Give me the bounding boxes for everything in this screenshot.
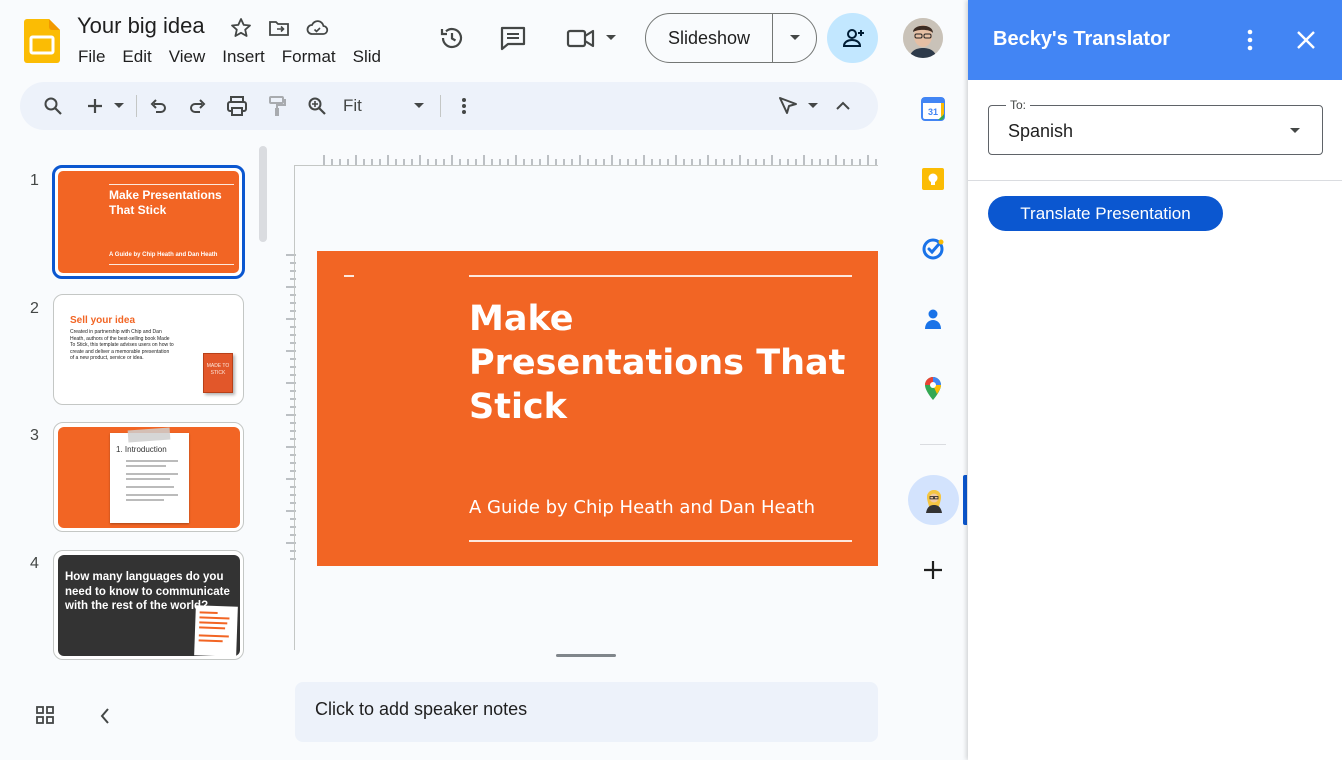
slide-thumbnail-2[interactable]: Sell your idea Created in partnership wi… bbox=[53, 294, 244, 405]
menu-slide[interactable]: Slid bbox=[353, 47, 381, 67]
slideshow-group: Slideshow bbox=[645, 13, 817, 63]
collapse-filmstrip-icon[interactable] bbox=[98, 707, 112, 725]
tasks-icon[interactable] bbox=[920, 236, 946, 262]
menu-format[interactable]: Format bbox=[282, 47, 336, 67]
menu-edit[interactable]: Edit bbox=[122, 47, 151, 67]
notes-resize-handle[interactable] bbox=[556, 654, 616, 657]
grid-view-icon[interactable] bbox=[35, 705, 55, 725]
tape-image bbox=[127, 427, 171, 443]
language-select-label: To: bbox=[1006, 98, 1031, 112]
slides-logo[interactable] bbox=[24, 19, 60, 63]
slide-number: 3 bbox=[30, 427, 39, 444]
thumb-heading: 1. Introduction bbox=[116, 445, 167, 454]
slideshow-dropdown-button[interactable] bbox=[773, 14, 816, 62]
undo-icon[interactable] bbox=[146, 94, 170, 118]
keep-icon[interactable] bbox=[920, 166, 946, 192]
toolbar-divider bbox=[136, 95, 137, 117]
bullet-list bbox=[118, 457, 178, 504]
language-select-value: Spanish bbox=[1008, 121, 1074, 141]
slide-number: 1 bbox=[30, 172, 39, 189]
toolbar-divider bbox=[440, 95, 441, 117]
print-icon[interactable] bbox=[225, 94, 249, 118]
svg-text:31: 31 bbox=[928, 107, 938, 117]
slideshow-button[interactable]: Slideshow bbox=[646, 14, 773, 62]
filmstrip-scrollbar[interactable] bbox=[259, 146, 267, 242]
calendar-icon[interactable]: 31 bbox=[920, 96, 946, 122]
main-slide[interactable]: Make Presentations That Stick A Guide by… bbox=[317, 251, 878, 566]
select-cursor-icon[interactable] bbox=[776, 94, 800, 118]
search-menus-icon[interactable] bbox=[41, 94, 65, 118]
version-history-icon[interactable] bbox=[438, 24, 466, 52]
paper-note: 1. Introduction bbox=[110, 427, 189, 523]
book-image: MADE TO STICK bbox=[203, 353, 233, 393]
slide-top-rule bbox=[469, 275, 852, 277]
language-select[interactable]: To: Spanish bbox=[988, 98, 1323, 155]
more-vert-icon[interactable] bbox=[1246, 28, 1254, 52]
select-dropdown-icon[interactable] bbox=[805, 94, 821, 118]
panel-title: Becky's Translator bbox=[993, 28, 1171, 50]
slide-thumbnail-3[interactable]: 1. Introduction bbox=[53, 422, 244, 532]
chevron-down-icon bbox=[788, 34, 802, 42]
add-person-icon bbox=[840, 26, 866, 50]
book-label: MADE TO STICK bbox=[206, 363, 230, 376]
thumb-subtitle: A Guide by Chip Heath and Dan Heath bbox=[109, 252, 218, 258]
zoom-dropdown-icon[interactable] bbox=[407, 94, 431, 118]
collapse-toolbar-icon[interactable] bbox=[831, 94, 855, 118]
cloud-saved-icon[interactable] bbox=[305, 16, 329, 40]
comments-icon[interactable] bbox=[498, 24, 528, 52]
sticky-note bbox=[194, 605, 238, 657]
slide-thumbnail-1[interactable]: Make Presentations That Stick A Guide by… bbox=[52, 165, 245, 279]
share-button[interactable] bbox=[827, 13, 878, 63]
star-icon[interactable] bbox=[229, 16, 253, 40]
paint-format-icon[interactable] bbox=[265, 94, 289, 118]
toolbar: Fit bbox=[20, 82, 878, 130]
new-slide-icon[interactable] bbox=[83, 94, 107, 118]
menu-file[interactable]: File bbox=[78, 47, 105, 67]
document-title[interactable]: Your big idea bbox=[77, 13, 205, 39]
side-divider bbox=[920, 444, 946, 445]
speaker-notes-field[interactable]: Click to add speaker notes bbox=[295, 682, 878, 742]
translator-addon-icon[interactable] bbox=[908, 475, 959, 525]
chevron-down-icon bbox=[1289, 127, 1301, 134]
zoom-select[interactable]: Fit bbox=[343, 96, 362, 116]
menu-bar: File Edit View Insert Format Slid bbox=[78, 47, 398, 67]
close-icon[interactable] bbox=[1296, 30, 1316, 50]
slide-accent-mark bbox=[344, 275, 354, 277]
slide-title[interactable]: Make Presentations That Stick bbox=[469, 297, 859, 429]
slide-bottom-rule bbox=[469, 540, 852, 542]
menu-insert[interactable]: Insert bbox=[222, 47, 265, 67]
meet-icon[interactable] bbox=[564, 24, 624, 52]
thumb-title: Sell your idea bbox=[70, 315, 136, 326]
maps-icon[interactable] bbox=[920, 376, 946, 402]
ruler-edge bbox=[294, 165, 878, 166]
active-addon-indicator bbox=[963, 475, 967, 525]
ruler-edge bbox=[294, 165, 295, 650]
menu-view[interactable]: View bbox=[169, 47, 206, 67]
panel-divider bbox=[968, 180, 1342, 181]
account-avatar[interactable] bbox=[903, 18, 943, 58]
panel-header: Becky's Translator bbox=[968, 0, 1342, 80]
horizontal-ruler bbox=[320, 153, 878, 165]
add-icon[interactable] bbox=[920, 557, 946, 583]
redo-icon[interactable] bbox=[186, 94, 210, 118]
slide-number: 2 bbox=[30, 300, 39, 317]
slide-thumbnail-4[interactable]: How many languages do you need to know t… bbox=[53, 550, 244, 660]
zoom-icon[interactable] bbox=[305, 94, 329, 118]
translate-presentation-button[interactable]: Translate Presentation bbox=[988, 196, 1223, 231]
slide-number: 4 bbox=[30, 555, 39, 572]
thumb-body: Created in partnership with Chip and Dan… bbox=[70, 329, 174, 361]
new-slide-dropdown-icon[interactable] bbox=[111, 94, 127, 118]
thumb-title: Make Presentations That Stick bbox=[109, 188, 222, 217]
slide-subtitle[interactable]: A Guide by Chip Heath and Dan Heath bbox=[469, 497, 815, 518]
translator-panel: Becky's Translator To: Spanish Translate… bbox=[968, 0, 1342, 760]
move-folder-icon[interactable] bbox=[267, 16, 291, 40]
contacts-icon[interactable] bbox=[920, 306, 946, 332]
more-options-icon[interactable] bbox=[452, 94, 476, 118]
